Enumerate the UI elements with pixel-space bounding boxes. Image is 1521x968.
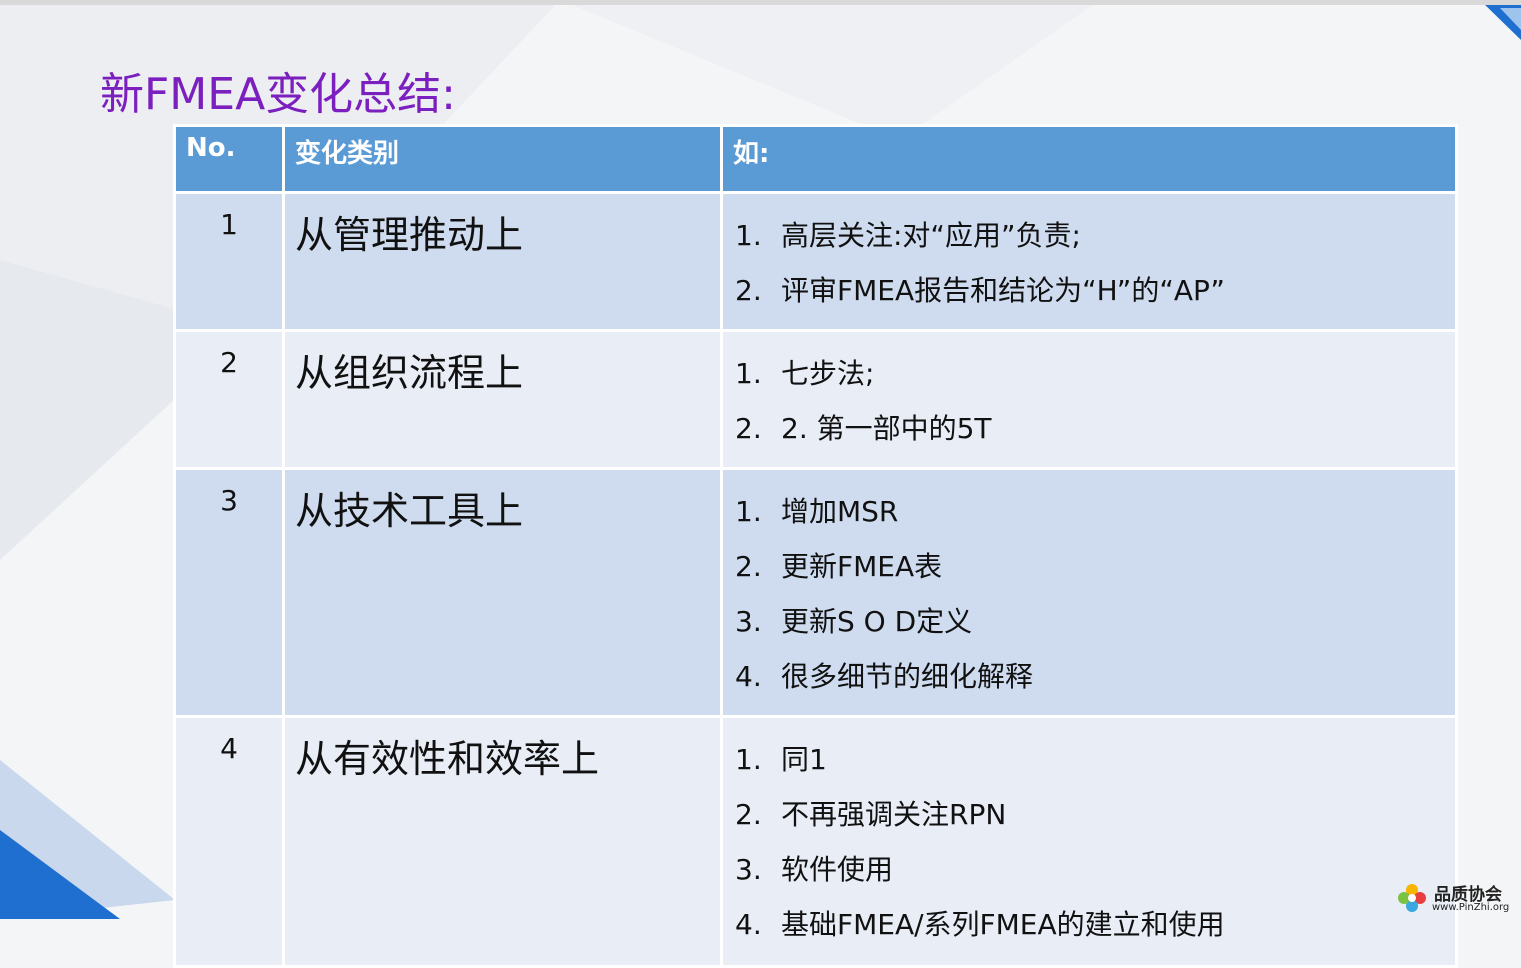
row-category: 从技术工具上 bbox=[282, 467, 723, 718]
row-examples: 1. 高层关注:对“应用”负责; 2. 评审FMEA报告和结论为“H”的“AP” bbox=[720, 191, 1458, 332]
item-number: 1. bbox=[735, 495, 762, 528]
slide-title: 新FMEA变化总结: bbox=[100, 69, 456, 120]
table-row: 3 从技术工具上 1. 增加MSR 2. 更新FMEA表 3. 更新S O D定义 4… bbox=[173, 467, 1458, 718]
item-text: 同1 bbox=[781, 743, 827, 776]
header-no: No. bbox=[173, 124, 285, 194]
row-category: 从有效性和效率上 bbox=[282, 715, 723, 968]
row-category: 从管理推动上 bbox=[282, 191, 723, 332]
flower-logo-icon bbox=[1398, 884, 1426, 912]
list-item: 3. 软件使用 bbox=[735, 842, 1455, 897]
list-item: 2. 不再强调关注RPN bbox=[735, 787, 1455, 842]
row-number: 1 bbox=[173, 191, 285, 332]
list-item: 4. 很多细节的细化解释 bbox=[735, 649, 1455, 704]
item-text: 软件使用 bbox=[781, 853, 894, 886]
table-row: 4 从有效性和效率上 1. 同1 2. 不再强调关注RPN 3. 软件使用 4. 基础F… bbox=[173, 715, 1458, 968]
item-number: 4. bbox=[735, 660, 762, 693]
item-number: 2. bbox=[735, 412, 762, 445]
item-text: 更新S O D定义 bbox=[781, 605, 973, 638]
item-text: 基础FMEA/系列FMEA的建立和使用 bbox=[781, 908, 1225, 941]
fmea-changes-table: No. 变化类别 如: 1 从管理推动上 1. 高层关注:对“应用”负责; 2. 评… bbox=[173, 124, 1458, 968]
top-border-line bbox=[0, 0, 1521, 5]
list-item: 2. 更新FMEA表 bbox=[735, 539, 1455, 594]
item-text: 更新FMEA表 bbox=[781, 550, 943, 583]
watermark-url: www.PinZhi.org bbox=[1432, 902, 1510, 913]
item-number: 3. bbox=[735, 853, 762, 886]
item-text: 七步法; bbox=[781, 357, 875, 390]
header-examples: 如: bbox=[720, 124, 1458, 194]
item-number: 1. bbox=[735, 357, 762, 390]
item-number: 3. bbox=[735, 605, 762, 638]
item-text: 增加MSR bbox=[781, 495, 899, 528]
row-number: 2 bbox=[173, 329, 285, 470]
item-text: 高层关注:对“应用”负责; bbox=[781, 219, 1081, 252]
list-item: 3. 更新S O D定义 bbox=[735, 594, 1455, 649]
list-item: 1. 同1 bbox=[735, 732, 1455, 787]
list-item: 2. 评审FMEA报告和结论为“H”的“AP” bbox=[735, 263, 1455, 318]
row-examples: 1. 七步法; 2. 2. 第一部中的5T bbox=[720, 329, 1458, 470]
list-item: 2. 2. 第一部中的5T bbox=[735, 401, 1455, 456]
item-number: 4. bbox=[735, 908, 762, 941]
row-category: 从组织流程上 bbox=[282, 329, 723, 470]
item-number: 1. bbox=[735, 743, 762, 776]
item-number: 2. bbox=[735, 550, 762, 583]
item-number: 2. bbox=[735, 274, 762, 307]
item-text: 评审FMEA报告和结论为“H”的“AP” bbox=[781, 274, 1225, 307]
list-item: 1. 增加MSR bbox=[735, 484, 1455, 539]
list-item: 1. 高层关注:对“应用”负责; bbox=[735, 208, 1455, 263]
row-number: 3 bbox=[173, 467, 285, 718]
list-item: 4. 基础FMEA/系列FMEA的建立和使用 bbox=[735, 897, 1455, 952]
watermark-logo: 品质协会 www.PinZhi.org bbox=[1396, 880, 1521, 916]
item-number: 2. bbox=[735, 798, 762, 831]
table-row: 2 从组织流程上 1. 七步法; 2. 2. 第一部中的5T bbox=[173, 329, 1458, 470]
item-text: 很多细节的细化解释 bbox=[781, 660, 1034, 693]
header-category: 变化类别 bbox=[282, 124, 723, 194]
item-text: 不再强调关注RPN bbox=[781, 798, 1007, 831]
table-row: 1 从管理推动上 1. 高层关注:对“应用”负责; 2. 评审FMEA报告和结论为“… bbox=[173, 191, 1458, 332]
row-number: 4 bbox=[173, 715, 285, 968]
row-examples: 1. 同1 2. 不再强调关注RPN 3. 软件使用 4. 基础FMEA/系列FMEA的… bbox=[720, 715, 1458, 968]
row-examples: 1. 增加MSR 2. 更新FMEA表 3. 更新S O D定义 4. 很多细节的细化解… bbox=[720, 467, 1458, 718]
item-number: 1. bbox=[735, 219, 762, 252]
list-item: 1. 七步法; bbox=[735, 346, 1455, 401]
item-text: 2. 第一部中的5T bbox=[781, 412, 992, 445]
table-header-row: No. 变化类别 如: bbox=[173, 124, 1458, 194]
